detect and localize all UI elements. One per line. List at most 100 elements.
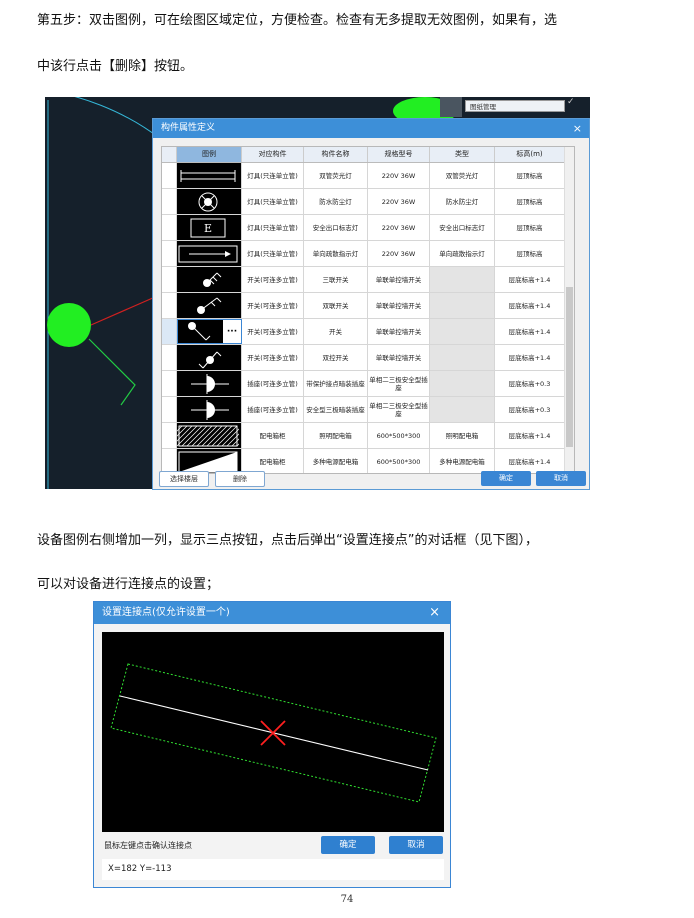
cancel-button[interactable]: 取消	[389, 836, 443, 854]
cell-type[interactable]: 照明配电箱	[430, 423, 495, 448]
set-connection-point-button[interactable]: ···	[223, 320, 241, 343]
cell-spec[interactable]: 单联单控墙开关	[368, 267, 430, 292]
table-row[interactable]: 灯具(只连单立管) 防水防尘灯 220V 36W 防水防尘灯 层顶标高	[162, 189, 574, 215]
cell-elev[interactable]: 层顶标高	[495, 189, 565, 214]
triple-switch-icon[interactable]	[177, 267, 242, 292]
row-number[interactable]	[162, 163, 177, 188]
cell-name[interactable]: 双管荧光灯	[304, 163, 368, 188]
cell-elev[interactable]: 层底标高+1.4	[495, 423, 565, 448]
table-row[interactable]: 灯具(只连单立管) 单向疏散指示灯 220V 36W 单向疏散指示灯 层顶标高	[162, 241, 574, 267]
row-number[interactable]	[162, 267, 177, 292]
cell-type[interactable]	[430, 397, 495, 422]
cell-name[interactable]: 安全型三极暗装插座	[304, 397, 368, 422]
table-row[interactable]: 配电箱柜 照明配电箱 600*500*300 照明配电箱 层底标高+1.4	[162, 423, 574, 449]
column-header[interactable]: 构件名称	[304, 147, 368, 162]
cell-name[interactable]: 开关	[304, 319, 368, 344]
select-floor-button[interactable]: 选择楼层	[159, 471, 209, 487]
cell-spec[interactable]: 600*500*300	[368, 449, 430, 473]
cell-name[interactable]: 三联开关	[304, 267, 368, 292]
cell-name[interactable]: 带保护接点暗装插座	[304, 371, 368, 396]
cell-spec[interactable]: 220V 36W	[368, 241, 430, 266]
cell-name[interactable]: 双控开关	[304, 345, 368, 370]
cell-component[interactable]: 开关(可连多立管)	[242, 267, 304, 292]
cell-component[interactable]: 配电箱柜	[242, 423, 304, 448]
cell-spec[interactable]: 单联单控墙开关	[368, 345, 430, 370]
waterproof-lamp-icon[interactable]	[177, 189, 242, 214]
row-number[interactable]	[162, 241, 177, 266]
cancel-button[interactable]: 取消	[536, 471, 586, 486]
row-number[interactable]	[162, 397, 177, 422]
single-switch-icon[interactable]: ···	[177, 319, 242, 344]
cell-component[interactable]: 插座(可连多立管)	[242, 371, 304, 396]
cell-spec[interactable]: 单联单控墙开关	[368, 319, 430, 344]
cell-spec[interactable]: 220V 36W	[368, 163, 430, 188]
table-row[interactable]: 灯具(只连单立管) 双管荧光灯 220V 36W 双管荧光灯 层顶标高	[162, 163, 574, 189]
cell-name[interactable]: 安全出口标志灯	[304, 215, 368, 240]
preview-canvas[interactable]	[102, 632, 444, 832]
column-header[interactable]: 标高(m)	[495, 147, 565, 162]
cell-elev[interactable]: 层顶标高	[495, 215, 565, 240]
cell-component[interactable]: 开关(可连多立管)	[242, 293, 304, 318]
row-number[interactable]	[162, 319, 177, 344]
double-tube-icon[interactable]	[177, 163, 242, 188]
socket-icon[interactable]	[177, 397, 242, 422]
row-number[interactable]	[162, 215, 177, 240]
ok-button[interactable]: 确定	[481, 471, 531, 486]
cell-type[interactable]: 防水防尘灯	[430, 189, 495, 214]
cell-name[interactable]: 单向疏散指示灯	[304, 241, 368, 266]
table-row[interactable]: 开关(可连多立管) 三联开关 单联单控墙开关 层底标高+1.4	[162, 267, 574, 293]
cell-component[interactable]: 灯具(只连单立管)	[242, 241, 304, 266]
row-number[interactable]	[162, 293, 177, 318]
cell-component[interactable]: 开关(可连多立管)	[242, 319, 304, 344]
cell-type[interactable]	[430, 371, 495, 396]
cell-type[interactable]: 安全出口标志灯	[430, 215, 495, 240]
cell-name[interactable]: 照明配电箱	[304, 423, 368, 448]
cell-component[interactable]: 灯具(只连单立管)	[242, 215, 304, 240]
cell-spec[interactable]: 单相二三极安全型插座	[368, 397, 430, 422]
cell-spec[interactable]: 600*500*300	[368, 423, 430, 448]
two-way-switch-icon[interactable]	[177, 345, 242, 370]
socket-icon[interactable]	[177, 371, 242, 396]
cell-spec[interactable]: 单联单控墙开关	[368, 293, 430, 318]
table-row[interactable]: 插座(可连多立管) 带保护接点暗装插座 单相二三极安全型插座 层底标高+0.3	[162, 371, 574, 397]
row-number[interactable]	[162, 345, 177, 370]
row-number[interactable]	[162, 371, 177, 396]
table-row[interactable]: 开关(可连多立管) 双联开关 单联单控墙开关 层底标高+1.4	[162, 293, 574, 319]
cell-elev[interactable]: 层底标高+1.4	[495, 345, 565, 370]
cell-spec[interactable]: 单相二三极安全型插座	[368, 371, 430, 396]
close-icon[interactable]: ×	[429, 602, 440, 624]
close-icon[interactable]: ×	[573, 119, 582, 138]
scrollbar-thumb[interactable]	[566, 287, 573, 447]
column-header[interactable]: 图例	[177, 147, 242, 162]
column-header[interactable]: 类型	[430, 147, 495, 162]
cell-name[interactable]: 防水防尘灯	[304, 189, 368, 214]
cell-elev[interactable]: 层底标高+1.4	[495, 293, 565, 318]
table-row[interactable]: 插座(可连多立管) 安全型三极暗装插座 单相二三极安全型插座 层底标高+0.3	[162, 397, 574, 423]
double-switch-icon[interactable]	[177, 293, 242, 318]
cell-elev[interactable]: 层顶标高	[495, 163, 565, 188]
cell-type[interactable]	[430, 319, 495, 344]
cell-type[interactable]: 双管荧光灯	[430, 163, 495, 188]
cell-name[interactable]: 多种电源配电箱	[304, 449, 368, 473]
cell-type[interactable]	[430, 345, 495, 370]
cell-elev[interactable]: 层底标高+1.4	[495, 267, 565, 292]
cell-elev[interactable]: 层底标高+0.3	[495, 397, 565, 422]
column-header[interactable]	[162, 147, 177, 162]
table-row[interactable]: 开关(可连多立管) 双控开关 单联单控墙开关 层底标高+1.4	[162, 345, 574, 371]
cell-component[interactable]: 插座(可连多立管)	[242, 397, 304, 422]
ok-button[interactable]: 确定	[321, 836, 375, 854]
cell-elev[interactable]: 层底标高+1.4	[495, 319, 565, 344]
delete-button[interactable]: 删除	[215, 471, 265, 487]
row-number[interactable]	[162, 423, 177, 448]
cell-type[interactable]: 单向疏散指示灯	[430, 241, 495, 266]
cell-component[interactable]: 灯具(只连单立管)	[242, 189, 304, 214]
exit-sign-icon[interactable]: E	[177, 215, 242, 240]
cell-type[interactable]	[430, 293, 495, 318]
cell-spec[interactable]: 220V 36W	[368, 189, 430, 214]
hatched-box-icon[interactable]	[177, 423, 242, 448]
table-scrollbar[interactable]	[564, 147, 574, 473]
column-header[interactable]: 对应构件	[242, 147, 304, 162]
table-row[interactable]: ··· 开关(可连多立管) 开关 单联单控墙开关 层底标高+1.4	[162, 319, 574, 345]
cell-elev[interactable]: 层底标高+0.3	[495, 371, 565, 396]
cell-spec[interactable]: 220V 36W	[368, 215, 430, 240]
